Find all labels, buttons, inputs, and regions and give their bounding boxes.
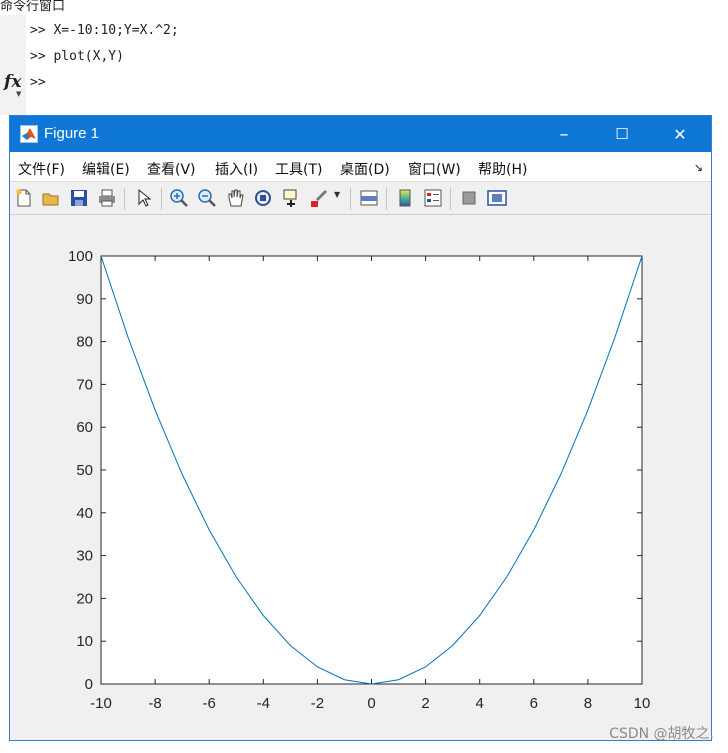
y-tick-label: 40 [76, 505, 93, 522]
menu-file[interactable]: 文件(F) [18, 159, 65, 179]
pan-icon[interactable] [225, 188, 245, 208]
y-tick-label: 50 [76, 462, 93, 479]
x-tick-label: 2 [421, 695, 429, 712]
y-tick-label: 60 [76, 419, 93, 436]
save-icon[interactable] [69, 188, 89, 208]
x-tick-label: -4 [257, 695, 270, 712]
menu-tools[interactable]: 工具(T) [275, 159, 322, 179]
y-tick-label: 80 [76, 334, 93, 351]
command-window-title: 命令行窗口 [0, 0, 66, 14]
figure-menubar: 文件(F) 编辑(E) 查看(V) 插入(I) 工具(T) 桌面(D) 窗口(W… [10, 152, 711, 182]
menu-view[interactable]: 查看(V) [147, 159, 196, 179]
brush-icon[interactable] [309, 188, 329, 208]
line-chart[interactable]: -10 -8 -6 -4 -2 0 2 4 6 8 100102030405060708090100 [10, 215, 711, 740]
x-tick-label: -8 [148, 695, 161, 712]
command-history-line: >> plot(X,Y) [30, 49, 124, 64]
x-tick-label: 6 [530, 695, 538, 712]
zoom-in-icon[interactable] [169, 188, 189, 208]
command-prompt[interactable]: >> [30, 75, 46, 90]
open-file-icon[interactable] [41, 188, 61, 208]
show-plot-tools-icon[interactable] [487, 188, 507, 208]
hide-plot-tools-icon[interactable] [459, 188, 479, 208]
y-tick-label: 10 [76, 633, 93, 650]
pointer-icon[interactable] [134, 188, 154, 208]
close-button[interactable]: ✕ [651, 116, 709, 152]
maximize-button[interactable]: ☐ [593, 116, 651, 152]
toolbar-separator [350, 188, 351, 210]
menu-insert[interactable]: 插入(I) [215, 159, 258, 179]
legend-icon[interactable] [423, 188, 443, 208]
menu-desktop[interactable]: 桌面(D) [340, 159, 390, 179]
figure-toolbar: ▼ [10, 182, 711, 215]
menu-overflow-icon[interactable]: ↘ [694, 161, 703, 174]
axes-background [100, 255, 643, 685]
y-tick-label: 0 [85, 676, 93, 693]
x-tick-label: -10 [90, 695, 112, 712]
plot-area: -10 -8 -6 -4 -2 0 2 4 6 8 10 0 10 20 30 40 50 60 70 80 90 100 [10, 215, 711, 740]
new-figure-icon[interactable] [14, 188, 34, 208]
watermark: CSDN @胡牧之. [609, 726, 714, 742]
menu-window[interactable]: 窗口(W) [408, 159, 461, 179]
print-icon[interactable] [97, 188, 117, 208]
x-tick-label: -6 [203, 695, 216, 712]
command-window-gutter [0, 15, 26, 115]
x-tick-label: 8 [584, 695, 592, 712]
matlab-logo-icon [20, 125, 38, 143]
data-cursor-icon[interactable] [281, 188, 301, 208]
x-tick-label: -2 [311, 695, 324, 712]
colorbar-icon[interactable] [395, 188, 415, 208]
menu-help[interactable]: 帮助(H) [478, 159, 527, 179]
toolbar-separator [161, 188, 162, 210]
toolbar-separator [386, 188, 387, 210]
x-tick-label: 0 [367, 695, 375, 712]
y-tick-label: 20 [76, 590, 93, 607]
zoom-out-icon[interactable] [197, 188, 217, 208]
figure-title: Figure 1 [44, 125, 100, 142]
x-tick-label: 10 [634, 695, 651, 712]
command-history-line: >> X=-10:10;Y=X.^2; [30, 23, 179, 38]
y-tick-label: 100 [68, 248, 93, 265]
menu-edit[interactable]: 编辑(E) [82, 159, 130, 179]
chevron-down-icon[interactable]: ▼ [334, 190, 344, 210]
toolbar-separator [124, 188, 125, 210]
rotate-3d-icon[interactable] [253, 188, 273, 208]
x-tick-label: 4 [476, 695, 484, 712]
y-tick-label: 30 [76, 548, 93, 565]
toolbar-separator [450, 188, 451, 210]
figure-titlebar[interactable]: Figure 1 – ☐ ✕ [10, 116, 711, 152]
function-browser-icon[interactable]: fx [4, 72, 21, 92]
chevron-down-icon: ▼ [16, 90, 22, 98]
link-plot-icon[interactable] [359, 188, 379, 208]
figure-window: Figure 1 – ☐ ✕ 文件(F) 编辑(E) 查看(V) 插入(I) 工… [9, 115, 712, 741]
y-tick-label: 90 [76, 291, 93, 308]
y-tick-label: 70 [76, 376, 93, 393]
minimize-button[interactable]: – [535, 116, 593, 152]
